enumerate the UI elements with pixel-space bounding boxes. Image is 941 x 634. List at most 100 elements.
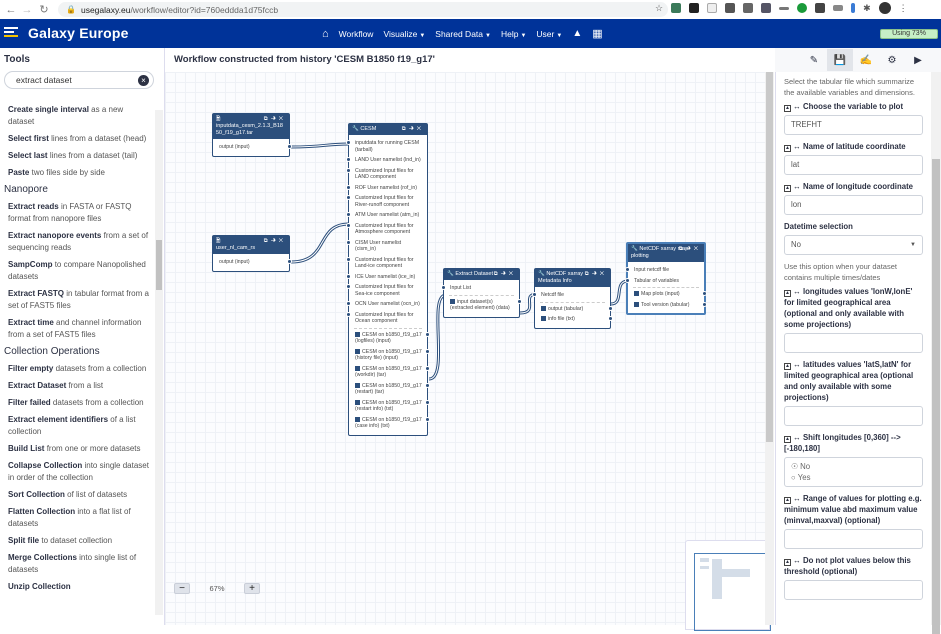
nav-help[interactable]: Help ▼ xyxy=(501,29,526,39)
extension-icon[interactable] xyxy=(851,3,856,13)
connect-toggle-icon[interactable]: ▲ xyxy=(784,559,791,566)
input-terminal[interactable] xyxy=(346,140,351,145)
tool-item[interactable]: Unzip Collection xyxy=(0,581,153,593)
clone-icon[interactable]: ⧉ xyxy=(679,246,686,252)
extension-icon[interactable] xyxy=(761,3,772,13)
reload-icon[interactable]: ↻ xyxy=(37,3,51,16)
arrow-right-icon[interactable]: ➜ xyxy=(501,271,509,277)
extension-icon[interactable] xyxy=(707,3,718,13)
output-checkbox[interactable] xyxy=(355,382,360,388)
output-terminal[interactable] xyxy=(608,305,613,311)
output-checkbox[interactable] xyxy=(355,365,360,371)
tool-search-input[interactable]: extract dataset × xyxy=(4,71,154,89)
output-checkbox[interactable] xyxy=(450,298,455,304)
output-terminal[interactable] xyxy=(287,259,292,264)
workflow-node-netcdf-map-plotting[interactable]: 🔧 NetCDF xarray map plotting ⧉➜✕ Input n… xyxy=(625,242,707,315)
tool-list-scrollbar[interactable] xyxy=(155,110,163,615)
arrow-right-icon[interactable]: ➜ xyxy=(592,271,600,277)
node-header[interactable]: 🗎 ⧉➜✕ inputdata_cesm_2.1.3_B1850_f19_g17.… xyxy=(213,114,289,139)
output-checkbox[interactable] xyxy=(541,316,546,321)
close-icon[interactable]: ✕ xyxy=(279,238,286,244)
arrow-right-icon[interactable]: ➜ xyxy=(271,238,279,244)
bookmark-star-icon[interactable]: ☆ xyxy=(655,3,663,14)
input-terminal[interactable] xyxy=(625,277,630,283)
connect-toggle-icon[interactable]: ▲ xyxy=(784,497,791,504)
tool-section-title[interactable]: Nanopore xyxy=(0,184,153,195)
latitude-name-input[interactable]: lat xyxy=(784,155,923,175)
gear-icon[interactable]: ⚙ xyxy=(879,49,905,71)
connect-toggle-icon[interactable]: ▲ xyxy=(784,363,791,370)
output-terminal[interactable] xyxy=(287,144,292,149)
forward-icon[interactable]: → xyxy=(20,4,34,16)
clear-search-icon[interactable]: × xyxy=(138,75,149,86)
longitude-range-input[interactable] xyxy=(784,333,923,353)
input-terminal[interactable] xyxy=(532,292,537,297)
value-range-input[interactable] xyxy=(784,529,923,549)
input-terminal[interactable] xyxy=(346,273,351,279)
datetime-select[interactable]: No ▼ xyxy=(784,235,923,255)
run-icon[interactable]: ▶ xyxy=(905,49,931,71)
parameters-scrollbar[interactable] xyxy=(931,72,941,634)
close-icon[interactable]: ✕ xyxy=(694,246,701,252)
clone-icon[interactable]: ⧉ xyxy=(585,271,592,277)
input-terminal[interactable] xyxy=(346,184,351,190)
output-terminal[interactable] xyxy=(517,298,522,304)
connect-toggle-icon[interactable]: ▲ xyxy=(784,105,791,112)
tool-item[interactable]: Sort Collection of list of datasets xyxy=(0,489,153,501)
graduation-cap-icon[interactable]: ▲ xyxy=(572,28,582,39)
extension-icon[interactable] xyxy=(815,3,826,13)
canvas-scrollbar[interactable] xyxy=(765,72,774,625)
workflow-minimap[interactable] xyxy=(685,540,771,631)
input-terminal[interactable] xyxy=(346,195,351,200)
node-header[interactable]: 🔧 NetCDF xarray Metadata Info ⧉➜✕ xyxy=(535,269,610,287)
connect-toggle-icon[interactable]: ▲ xyxy=(784,436,791,443)
output-terminal[interactable] xyxy=(702,301,707,307)
node-header[interactable]: 🗎 ⧉➜✕ user_nl_cam_rs xyxy=(213,236,289,254)
save-icon[interactable]: 💾 xyxy=(827,49,853,71)
output-checkbox[interactable] xyxy=(355,399,360,405)
tool-item[interactable]: Extract reads in FASTA or FASTQ format f… xyxy=(0,201,153,225)
workflow-node-extract-dataset[interactable]: 🔧 Extract Dataset ⧉➜✕ Input List input da… xyxy=(441,268,522,318)
tool-item[interactable]: Select first lines from a dataset (head) xyxy=(0,133,153,145)
input-terminal[interactable] xyxy=(346,301,351,306)
tool-item[interactable]: Filter empty datasets from a collection xyxy=(0,363,153,375)
workflow-node-input-user-nl[interactable]: 🗎 ⧉➜✕ user_nl_cam_rs output (input) xyxy=(212,235,292,272)
tool-item[interactable]: Extract element identifiers of a list co… xyxy=(0,414,153,438)
radio-option-yes[interactable]: ○ Yes xyxy=(791,472,916,483)
quota-meter[interactable]: Using 73% xyxy=(880,29,938,39)
tool-item[interactable]: Create single interval as a new dataset xyxy=(0,104,153,128)
tool-item[interactable]: Select last lines from a dataset (tail) xyxy=(0,150,153,162)
connect-toggle-icon[interactable]: ▲ xyxy=(784,290,791,297)
close-icon[interactable]: ✕ xyxy=(279,116,286,122)
output-terminal[interactable] xyxy=(425,365,430,371)
input-terminal[interactable] xyxy=(346,284,351,289)
nav-shared-data[interactable]: Shared Data ▼ xyxy=(435,29,491,39)
workflow-node-cesm[interactable]: 🔧 CESM ⧉➜✕ inputdata for running CESM (t… xyxy=(346,123,430,436)
tool-item[interactable]: Extract nanopore events from a set of se… xyxy=(0,230,153,254)
tool-item[interactable]: Extract FASTQ in tabular format from a s… xyxy=(0,288,153,312)
node-header[interactable]: 🔧 Extract Dataset ⧉➜✕ xyxy=(444,269,519,280)
variable-input[interactable]: TREFHT xyxy=(784,115,923,135)
input-terminal[interactable] xyxy=(346,311,351,317)
home-icon[interactable]: ⌂ xyxy=(322,28,329,40)
output-checkbox[interactable] xyxy=(355,416,360,422)
input-terminal[interactable] xyxy=(346,256,351,262)
radio-option-no[interactable]: ☉ No xyxy=(791,461,916,472)
pencil-icon[interactable]: ✎ xyxy=(801,49,827,71)
input-terminal[interactable] xyxy=(625,267,630,272)
latitude-range-input[interactable] xyxy=(784,406,923,426)
back-icon[interactable]: ← xyxy=(4,4,18,16)
tool-item[interactable]: Split file to dataset collection xyxy=(0,535,153,547)
apps-grid-icon[interactable]: ▦ xyxy=(592,27,602,40)
extension-icon[interactable] xyxy=(743,3,754,13)
output-checkbox[interactable] xyxy=(541,305,546,311)
arrow-right-icon[interactable]: ➜ xyxy=(686,246,694,252)
extension-icon[interactable] xyxy=(779,6,790,10)
tool-item[interactable]: Build List from one or more datasets xyxy=(0,443,153,455)
menu-kebab-icon[interactable]: ⋮ xyxy=(899,3,908,14)
tool-item[interactable]: SampComp to compare Nanopolished dataset… xyxy=(0,259,153,283)
output-terminal[interactable] xyxy=(702,291,707,296)
node-header[interactable]: 🔧 CESM ⧉➜✕ xyxy=(349,124,427,135)
input-terminal[interactable] xyxy=(441,285,446,290)
tool-item[interactable]: Collapse Collection into single dataset … xyxy=(0,460,153,484)
